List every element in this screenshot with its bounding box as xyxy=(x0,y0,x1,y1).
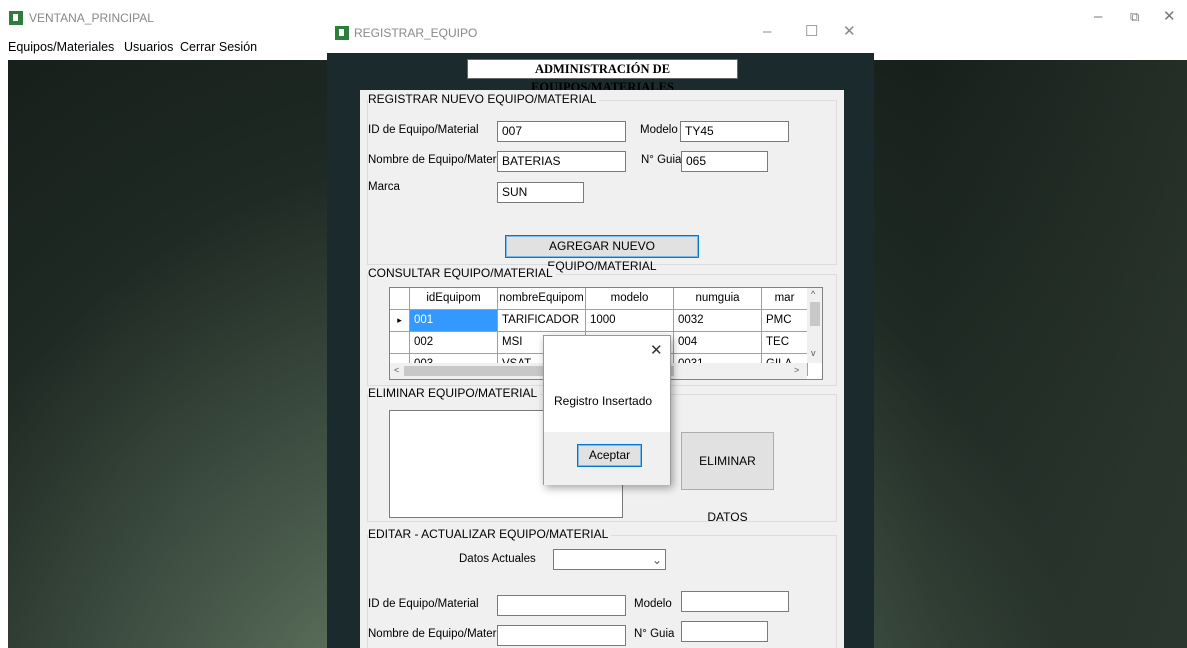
page-heading: ADMINISTRACIÓN DE EQUIPOS/MATERIALES xyxy=(467,59,738,94)
scroll-right-icon[interactable]: > xyxy=(794,365,799,375)
column-header[interactable]: modelo xyxy=(586,288,674,310)
consultar-group-title: CONSULTAR EQUIPO/MATERIAL xyxy=(368,266,556,280)
registrar-group: REGISTRAR NUEVO EQUIPO/MATERIAL ID de Eq… xyxy=(367,92,837,273)
table-cell[interactable]: TARIFICADOR xyxy=(498,310,586,332)
table-cell[interactable]: 1000 xyxy=(586,310,674,332)
datos-actuales-label: Datos Actuales xyxy=(459,553,536,565)
scroll-left-icon[interactable]: < xyxy=(394,365,399,375)
scroll-thumb[interactable] xyxy=(810,302,820,326)
edit-modelo-input[interactable] xyxy=(681,591,789,612)
scroll-up-icon[interactable]: ^ xyxy=(811,289,815,299)
dialog-title: REGISTRAR_EQUIPO xyxy=(354,26,478,40)
id-label: ID de Equipo/Material xyxy=(368,124,479,136)
main-window-title: VENTANA_PRINCIPAL xyxy=(29,11,154,25)
close-icon[interactable]: ✕ xyxy=(1163,8,1176,26)
chevron-down-icon: ⌄ xyxy=(651,553,662,567)
add-equipo-button[interactable]: AGREGAR NUEVO EQUIPO/MATERIAL xyxy=(505,235,699,273)
grid-header-row: idEquipom nombreEquipom modelo numguia m… xyxy=(390,288,808,310)
table-row[interactable]: ▸ 001 TARIFICADOR 1000 0032 PMC xyxy=(390,310,808,332)
background-shade xyxy=(927,60,1187,648)
dialog-close-icon[interactable]: ✕ xyxy=(843,23,856,41)
table-cell[interactable]: 0032 xyxy=(674,310,762,332)
table-cell[interactable]: PMC xyxy=(762,310,808,332)
eliminar-group-title: ELIMINAR EQUIPO/MATERIAL xyxy=(368,386,541,400)
marca-label: Marca xyxy=(368,181,400,193)
edit-guia-input[interactable] xyxy=(681,621,768,642)
column-header[interactable]: nombreEquipom xyxy=(498,288,586,310)
marca-input[interactable]: SUN xyxy=(497,182,584,203)
dialog-titlebar: REGISTRAR_EQUIPO – ☐ ✕ xyxy=(327,12,874,53)
registrar-group-title: REGISTRAR NUEVO EQUIPO/MATERIAL xyxy=(368,92,600,106)
editar-group: EDITAR - ACTUALIZAR EQUIPO/MATERIAL Dato… xyxy=(367,527,837,648)
table-cell[interactable]: 001 xyxy=(410,310,498,332)
ok-button[interactable]: Aceptar xyxy=(577,444,642,467)
nombre-input[interactable]: BATERIAS xyxy=(497,151,626,172)
menu-item-cerrar-sesion[interactable]: Cerrar Sesión xyxy=(180,40,257,54)
editar-group-title: EDITAR - ACTUALIZAR EQUIPO/MATERIAL xyxy=(368,527,612,541)
edit-nombre-input[interactable] xyxy=(497,625,626,646)
menu-item-equipos-materiales[interactable]: Equipos/Materiales xyxy=(8,40,114,54)
table-cell[interactable]: 002 xyxy=(410,332,498,354)
edit-id-input[interactable] xyxy=(497,595,626,616)
dialog-minimize-icon[interactable]: – xyxy=(763,23,771,41)
nombre-label: Nombre de Equipo/Material xyxy=(368,154,508,166)
column-header[interactable]: idEquipom xyxy=(410,288,498,310)
modelo-label: Modelo xyxy=(640,124,678,136)
table-cell[interactable]: 004 xyxy=(674,332,762,354)
registrar-equipo-window: REGISTRAR_EQUIPO – ☐ ✕ ADMINISTRACIÓN DE… xyxy=(327,12,874,648)
edit-nombre-label: Nombre de Equipo/Material xyxy=(368,628,508,640)
message-box: ✕ Registro Insertado Aceptar xyxy=(543,335,671,485)
menu-item-usuarios[interactable]: Usuarios xyxy=(124,40,173,54)
minimize-icon[interactable]: – xyxy=(1094,8,1102,26)
delete-data-button[interactable]: ELIMINAR DATOS xyxy=(681,432,774,524)
restore-icon[interactable]: ⧉ xyxy=(1130,8,1139,26)
message-close-icon[interactable]: ✕ xyxy=(650,341,663,359)
dialog-maximize-icon[interactable]: ☐ xyxy=(805,23,818,41)
guia-label: N° Guia xyxy=(641,154,682,166)
datos-actuales-select[interactable]: ⌄ xyxy=(553,549,666,570)
edit-guia-label: N° Guia xyxy=(634,628,675,640)
edit-modelo-label: Modelo xyxy=(634,598,672,610)
table-cell[interactable]: TEC xyxy=(762,332,808,354)
row-header[interactable] xyxy=(390,332,410,354)
message-text: Registro Insertado xyxy=(554,394,653,408)
modelo-input[interactable]: TY45 xyxy=(680,121,789,142)
scroll-down-icon[interactable]: v xyxy=(811,348,816,358)
column-header[interactable]: mar xyxy=(762,288,808,310)
id-input[interactable]: 007 xyxy=(497,121,626,142)
edit-id-label: ID de Equipo/Material xyxy=(368,598,479,610)
grid-vertical-scrollbar[interactable]: ^ v xyxy=(807,288,822,363)
dialog-app-icon xyxy=(335,26,349,40)
current-row-marker-icon: ▸ xyxy=(390,310,410,332)
app-icon xyxy=(9,11,23,25)
message-footer: Aceptar xyxy=(544,432,670,485)
guia-input[interactable]: 065 xyxy=(681,151,768,172)
grid-corner xyxy=(390,288,410,310)
column-header[interactable]: numguia xyxy=(674,288,762,310)
